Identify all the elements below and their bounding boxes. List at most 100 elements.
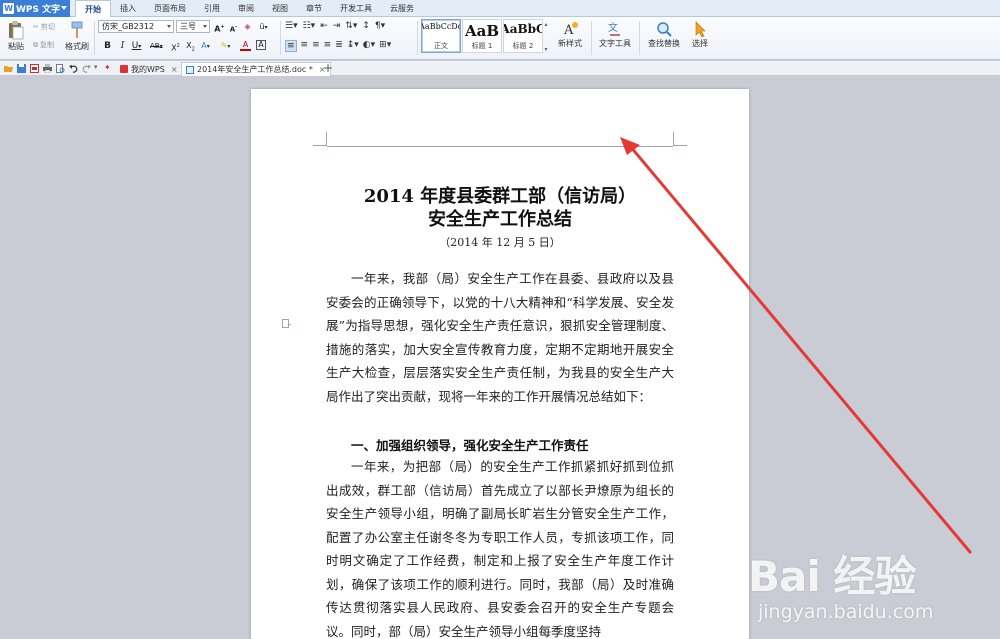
bullet-list-icon[interactable]: ☰▾ bbox=[285, 21, 298, 31]
line-spacing-icon[interactable]: ↨▾ bbox=[347, 40, 359, 52]
clipboard-icon bbox=[9, 21, 24, 40]
style-sample: AaBbCcDd bbox=[421, 22, 461, 31]
redo-icon[interactable] bbox=[82, 64, 91, 73]
save-icon[interactable] bbox=[17, 64, 26, 73]
align-left-icon[interactable]: ≡ bbox=[285, 40, 297, 52]
menu-tab-2[interactable]: 页面布局 bbox=[145, 0, 195, 17]
open-folder-icon[interactable] bbox=[4, 64, 13, 73]
ribbon-separator bbox=[417, 21, 418, 55]
subscript-button[interactable]: X2 bbox=[185, 40, 196, 53]
text-tools-button[interactable]: 文 文字工具 bbox=[595, 20, 635, 49]
paste-button[interactable]: 粘贴 bbox=[5, 20, 27, 52]
copy-button[interactable]: ⧉ 复制 bbox=[33, 40, 54, 50]
style-label: 标题 1 bbox=[471, 42, 493, 50]
copy-icon: ⧉ bbox=[33, 40, 38, 49]
header-corner-right bbox=[673, 132, 687, 146]
app-menu-button[interactable]: W WPS 文字 bbox=[0, 0, 70, 17]
pin-icon[interactable]: ✦ bbox=[104, 63, 111, 72]
styles-scroll[interactable]: ▴ ▾ bbox=[542, 21, 549, 53]
chevron-up-icon[interactable]: ▴ bbox=[544, 21, 547, 28]
menu-tab-3[interactable]: 引用 bbox=[195, 0, 229, 17]
sort-icon[interactable]: ↕ bbox=[362, 21, 370, 31]
cut-button[interactable]: ✂ 剪切 bbox=[33, 22, 55, 32]
decrease-indent-icon[interactable]: ⇤ bbox=[320, 21, 328, 31]
document-page[interactable]: 2014 年度县委群工部（信访局） 安全生产工作总结 （2014 年 12 月 … bbox=[251, 89, 749, 639]
menu-tab-5[interactable]: 视图 bbox=[263, 0, 297, 17]
chinese-layout-icon[interactable]: ⇅▾ bbox=[345, 21, 357, 31]
menu-tab-6[interactable]: 章节 bbox=[297, 0, 331, 17]
font-name-select[interactable]: 仿宋_GB2312 bbox=[98, 20, 174, 33]
style-option-2[interactable]: AaBbC 标题 2 bbox=[503, 19, 543, 53]
menu-tabs: 开始 插入 页面布局 引用 审阅 视图 章节 开发工具 云服务 bbox=[75, 0, 423, 17]
style-sample: AaBbC bbox=[504, 22, 543, 36]
show-marks-icon[interactable]: ¶▾ bbox=[375, 21, 385, 31]
chevron-down-icon[interactable]: ▾ bbox=[544, 46, 547, 53]
underline-button[interactable]: U▾ bbox=[131, 40, 142, 52]
svg-text:文: 文 bbox=[608, 21, 618, 34]
document-date[interactable]: （2014 年 12 月 5 日） bbox=[251, 234, 749, 250]
font-name-value: 仿宋_GB2312 bbox=[102, 22, 155, 31]
menu-tab-8[interactable]: 云服务 bbox=[381, 0, 423, 17]
baidu-jingyan-watermark: Bai 经验 jingyan.baidu.com bbox=[748, 543, 988, 633]
new-tab-button[interactable]: + bbox=[323, 61, 333, 75]
select-button[interactable]: 选择 bbox=[687, 20, 713, 49]
distributed-icon[interactable]: ≣ bbox=[335, 40, 343, 52]
ribbon-separator bbox=[591, 21, 592, 55]
paste-label: 粘贴 bbox=[8, 42, 24, 51]
undo-icon[interactable] bbox=[69, 64, 78, 73]
menu-tab-4[interactable]: 审阅 bbox=[229, 0, 263, 17]
new-style-icon: A bbox=[563, 22, 578, 38]
format-painter-button[interactable]: 格式刷 bbox=[63, 20, 91, 52]
new-style-button[interactable]: A 新样式 bbox=[553, 20, 587, 49]
doc-tab-label: 我的WPS bbox=[131, 64, 165, 74]
style-option-0[interactable]: AaBbCcDd 正文 bbox=[421, 19, 461, 53]
font-size-select[interactable]: 三号 bbox=[176, 20, 210, 33]
header-boundary bbox=[327, 146, 673, 147]
bold-button[interactable]: B bbox=[102, 40, 113, 52]
highlight-icon[interactable]: ✎▾ bbox=[220, 40, 231, 52]
quick-access-dropdown-icon[interactable]: ▾ bbox=[94, 63, 98, 71]
list-controls: ☰▾ ☷▾ ⇤ ⇥ ⇅▾ ↕ ¶▾ bbox=[285, 21, 385, 31]
ribbon-separator bbox=[94, 21, 95, 55]
close-icon[interactable]: × bbox=[171, 65, 178, 74]
italic-button[interactable]: I bbox=[117, 40, 128, 52]
strikethrough-button[interactable]: AB▾ bbox=[150, 40, 163, 52]
phonetic-guide-icon[interactable]: ü▾ bbox=[258, 21, 269, 33]
style-option-1[interactable]: AaB 标题 1 bbox=[462, 19, 502, 53]
align-right-icon[interactable]: ≡ bbox=[312, 40, 320, 52]
header-corner-left bbox=[313, 132, 327, 146]
borders-icon[interactable]: ⊞▾ bbox=[379, 40, 391, 52]
paragraph-2[interactable]: 一年来，为把部（局）的安全生产工作抓紧抓好抓到位抓出成效，群工部（信访局）首先成… bbox=[326, 455, 674, 639]
print-preview-icon[interactable] bbox=[56, 64, 65, 73]
wps-home-icon bbox=[120, 65, 128, 73]
copy-label: 复制 bbox=[40, 41, 54, 49]
style-label: 正文 bbox=[434, 42, 448, 50]
menu-tab-7[interactable]: 开发工具 bbox=[331, 0, 381, 17]
paragraph-1[interactable]: 一年来，我部（局）安全生产工作在县委、县政府以及县安委会的正确领导下，以党的十八… bbox=[326, 267, 674, 433]
pdf-export-icon[interactable] bbox=[30, 64, 39, 73]
menu-tab-0[interactable]: 开始 bbox=[75, 0, 111, 17]
grow-font-button[interactable]: A+ bbox=[214, 21, 225, 34]
print-icon[interactable] bbox=[43, 64, 52, 73]
shrink-font-button[interactable]: A- bbox=[228, 21, 239, 33]
numbered-list-icon[interactable]: ☷▾ bbox=[303, 21, 316, 31]
doc-tab-0[interactable]: 我的WPS × bbox=[116, 62, 182, 76]
find-replace-button[interactable]: 查找替换 bbox=[643, 20, 685, 49]
new-style-label: 新样式 bbox=[558, 39, 582, 48]
document-title-line2[interactable]: 安全生产工作总结 bbox=[251, 205, 749, 231]
char-border-button[interactable]: A bbox=[256, 40, 266, 50]
paragraph-marker-icon[interactable] bbox=[282, 319, 291, 328]
doc-tab-label: 2014年安全生产工作总结.doc * bbox=[197, 65, 313, 74]
increase-indent-icon[interactable]: ⇥ bbox=[333, 21, 341, 31]
doc-tab-1[interactable]: 2014年安全生产工作总结.doc * × bbox=[181, 62, 331, 76]
justify-icon[interactable]: ≡ bbox=[324, 40, 332, 52]
clear-format-icon[interactable]: ◈ bbox=[242, 21, 253, 33]
superscript-button[interactable]: X2 bbox=[170, 40, 181, 53]
text-effect-button[interactable]: A▾ bbox=[200, 40, 211, 52]
font-color-button[interactable]: A bbox=[240, 40, 251, 51]
section-heading-1[interactable]: 一、加强组织领导，强化安全生产工作责任 bbox=[351, 435, 589, 454]
menu-tab-1[interactable]: 插入 bbox=[111, 0, 145, 17]
align-center-icon[interactable]: ≡ bbox=[301, 40, 309, 52]
shading-icon[interactable]: ◐▾ bbox=[363, 40, 375, 52]
align-controls: ≡ ≡ ≡ ≡ ≣ ↨▾ ◐▾ ⊞▾ bbox=[285, 40, 391, 52]
